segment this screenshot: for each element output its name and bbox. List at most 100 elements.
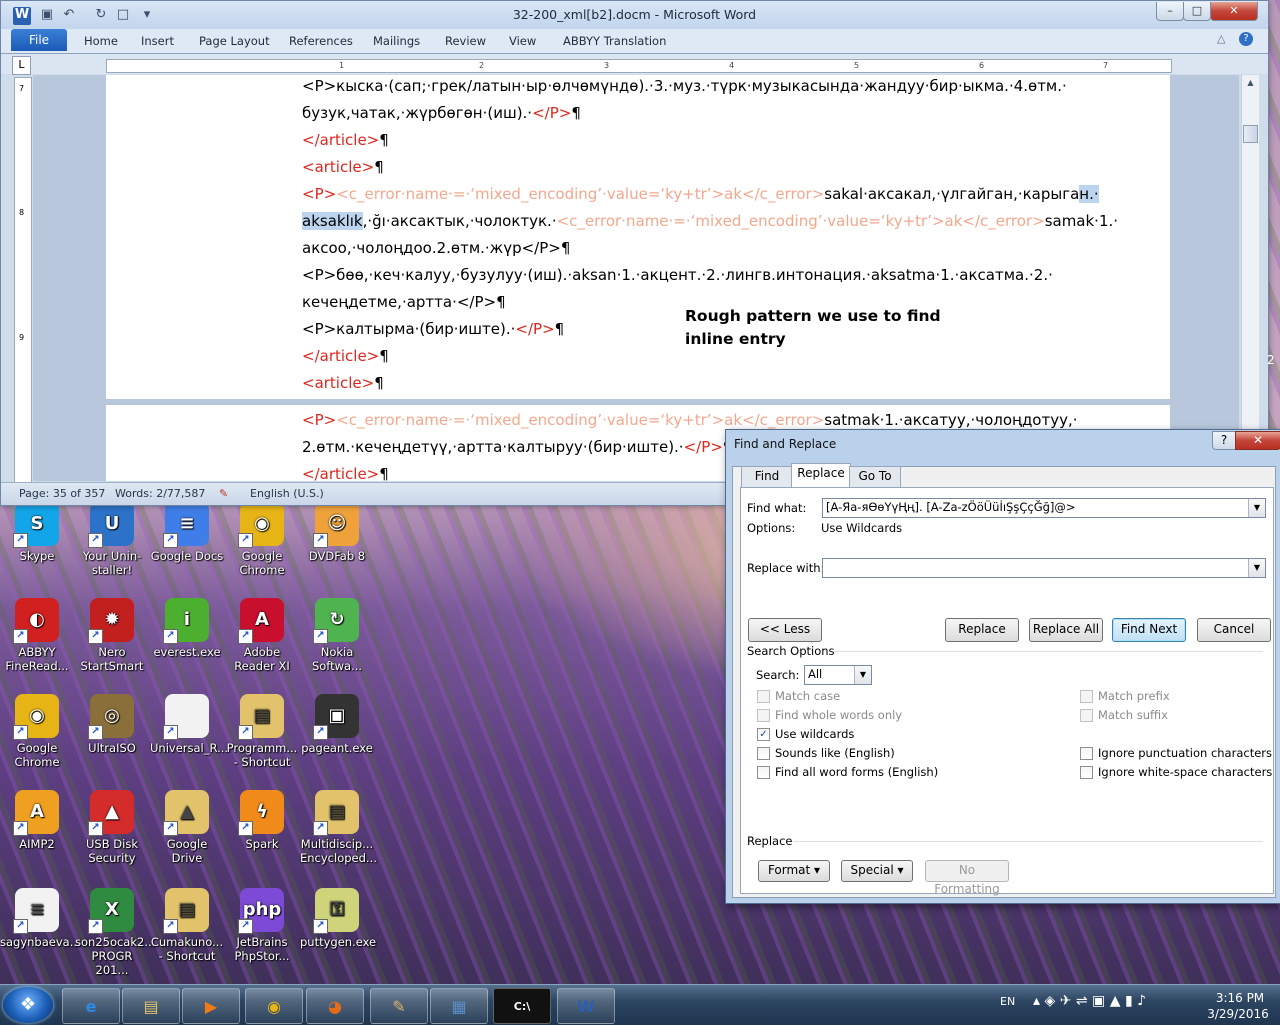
checkbox-icon[interactable] — [757, 746, 770, 760]
document-line[interactable]: бузук,чатак,·жүрбөгөн·(иш).·</P>¶ — [302, 104, 581, 122]
desktop-icon[interactable]: ▣ ↗ pageant.exe — [300, 694, 374, 755]
tab-mailings[interactable]: Mailings — [373, 34, 420, 48]
taskbar-firefox[interactable]: ◕ — [306, 988, 364, 1024]
tab-references[interactable]: References — [289, 34, 353, 48]
document-line[interactable]: <P><c_error·name·=·‘mixed_encoding’·valu… — [302, 185, 1099, 203]
minimize-ribbon-icon[interactable]: △ — [1217, 32, 1225, 45]
document-line[interactable]: <P>калтырма·(бир·иште).·</P>¶ — [302, 320, 564, 338]
desktop-icon[interactable]: ▤ ↗ Multidiscip... Encycloped... — [300, 790, 377, 865]
taskbar-photo-viewer[interactable]: ▦ — [430, 988, 488, 1024]
desktop-icon[interactable]: ◉ ↗ Google Chrome — [225, 502, 299, 577]
tab-page-layout[interactable]: Page Layout — [199, 34, 270, 48]
option-checkbox[interactable]: ✓ Use wildcards — [757, 727, 854, 741]
tab-insert[interactable]: Insert — [141, 34, 174, 48]
desktop-icon[interactable]: ϟ ↗ Spark — [225, 790, 299, 851]
maximize-button[interactable]: □ — [1183, 2, 1211, 21]
format-button[interactable]: Format ▾ — [758, 860, 830, 882]
find-what-input[interactable]: [A-Яа-яӨөҮүҢң]. [A-Za-zÖöÜüİıŞşÇçĞğ]@> ▼ — [822, 498, 1266, 518]
option-checkbox[interactable]: Sounds like (English) — [757, 746, 895, 760]
chevron-down-icon[interactable]: ▼ — [1248, 499, 1265, 517]
desktop-icon[interactable]: ✹ ↗ Nero StartSmart — [75, 598, 149, 673]
tab-home[interactable]: Home — [84, 34, 118, 48]
option-checkbox[interactable]: Ignore white-space characters — [1080, 765, 1272, 779]
taskbar-file-explorer[interactable]: ▤ — [122, 988, 180, 1024]
language-indicator[interactable]: English (U.S.) — [250, 487, 324, 500]
document-line[interactable]: <P>бөө,·кеч·калуу,·бузулуу·(иш).·aksan·1… — [302, 266, 1053, 284]
checkbox-icon[interactable] — [1080, 765, 1093, 779]
document-line[interactable]: <article>¶ — [302, 158, 384, 176]
replace-button[interactable]: Replace — [945, 618, 1019, 642]
cancel-button[interactable]: Cancel — [1197, 618, 1271, 642]
document-line[interactable]: aksaklık,·ğı·аксактык,·чолоктук.·<c_erro… — [302, 212, 1118, 230]
desktop-icon[interactable]: ▲ ↗ Google Drive — [150, 790, 224, 865]
document-line[interactable]: 2.өтм.·кечеңдетүү,·артта·калтыруу·(бир·и… — [302, 438, 732, 456]
tab-file[interactable]: File — [11, 29, 67, 51]
taskbar-command-prompt[interactable]: C:\ — [493, 988, 551, 1024]
document-line[interactable]: </article>¶ — [302, 465, 389, 481]
document-line[interactable]: </article>¶ — [302, 347, 389, 365]
document-line[interactable]: <P>кыска·(сап;·грек/латын·ыр·өлчөмүндө).… — [302, 77, 1067, 95]
start-button[interactable]: ❖ — [3, 987, 53, 1023]
checkbox-icon[interactable] — [1080, 689, 1093, 703]
less-button[interactable]: << Less — [748, 618, 822, 642]
chevron-down-icon[interactable]: ▼ — [1248, 559, 1265, 577]
search-direction-select[interactable]: All ▼ — [804, 665, 872, 685]
checkbox-icon[interactable] — [1080, 708, 1093, 722]
clock-date[interactable]: 3/29/2016 — [1200, 1007, 1276, 1021]
document-line[interactable]: <article>¶ — [302, 374, 384, 392]
desktop-icon[interactable]: ≡ ↗ sagynbaeva... — [0, 888, 81, 949]
special-button[interactable]: Special ▾ — [841, 860, 913, 882]
taskbar-internet-explorer[interactable]: e — [62, 988, 120, 1024]
desktop-icon[interactable]: ◐ ↗ ABBYY FineRead... — [0, 598, 74, 673]
desktop-icon[interactable]: ▤ ↗ Programm... - Shortcut — [225, 694, 299, 769]
taskbar-word[interactable]: W — [557, 988, 615, 1024]
checkbox-icon[interactable] — [757, 708, 770, 722]
close-button[interactable]: ✕ — [1210, 2, 1258, 21]
tab-abbyy-translation[interactable]: ABBYY Translation — [563, 34, 666, 48]
desktop-icon[interactable]: ⚿ ↗ puttygen.exe — [300, 888, 376, 949]
option-checkbox[interactable]: Match case — [757, 689, 840, 703]
desktop-icon[interactable]: i ↗ everest.exe — [150, 598, 224, 659]
desktop-icon[interactable]: A ↗ AIMP2 — [0, 790, 74, 851]
tab-view[interactable]: View — [509, 34, 536, 48]
option-checkbox[interactable]: Match suffix — [1080, 708, 1168, 722]
dialog-close-button[interactable]: ✕ — [1235, 431, 1280, 450]
taskbar-media-player[interactable]: ▶ — [182, 988, 240, 1024]
document-line[interactable]: аксоо,·чолоңдоо.2.өтм.·жүр</P>¶ — [302, 239, 570, 257]
taskbar-chrome[interactable]: ◉ — [245, 988, 303, 1024]
desktop-icon[interactable]: U ↗ Your Unin-staller! — [75, 502, 149, 577]
tab-replace[interactable]: Replace — [791, 463, 851, 487]
scroll-thumb[interactable] — [1243, 125, 1258, 143]
option-checkbox[interactable]: Ignore punctuation characters — [1080, 746, 1272, 760]
document-line[interactable]: <P><c_error·name·=·‘mixed_encoding’·valu… — [302, 411, 1078, 429]
tab-find[interactable]: Find — [741, 466, 793, 487]
no-formatting-button[interactable]: No Formatting — [925, 860, 1009, 896]
proofing-icon[interactable]: ✎ — [219, 487, 228, 500]
desktop-icon[interactable]: S ↗ Skype — [0, 502, 74, 563]
option-checkbox[interactable]: Find all word forms (English) — [757, 765, 938, 779]
document-line[interactable]: </article>¶ — [302, 131, 389, 149]
vertical-ruler[interactable]: 7 8 9 — [14, 77, 32, 483]
desktop-icon[interactable]: ◎ ↗ UltraISO — [75, 694, 149, 755]
desktop-icon[interactable]: ↻ ↗ Nokia Softwa... — [300, 598, 374, 673]
minimize-button[interactable]: – — [1156, 2, 1184, 21]
tray-icons[interactable]: ▴ ◈ ✈ ⇌ ▣ ▲ ▮ ♪ — [1033, 993, 1146, 1009]
taskbar-paint[interactable]: ✎ — [370, 988, 428, 1024]
word-count[interactable]: Words: 2/77,587 — [115, 487, 205, 500]
desktop-icon[interactable]: ◉ ↗ Google Chrome — [0, 694, 74, 769]
horizontal-ruler[interactable]: 1 2 3 4 5 6 7 — [106, 59, 1172, 73]
desktop-icon[interactable]: ↗ Universal_R... — [150, 694, 228, 755]
document-page[interactable]: <P>кыска·(сап;·грек/латын·ыр·өлчөмүндө).… — [106, 75, 1170, 399]
dialog-help-button[interactable]: ? — [1212, 431, 1236, 450]
checkbox-icon[interactable] — [757, 765, 770, 779]
checkbox-icon[interactable] — [1080, 746, 1093, 760]
language-bar[interactable]: EN — [1000, 995, 1015, 1008]
document-area[interactable]: <P>кыска·(сап;·грек/латын·ыр·өлчөмүндө).… — [33, 75, 1239, 481]
find-next-button[interactable]: Find Next — [1112, 618, 1186, 642]
desktop-icon[interactable]: A ↗ Adobe Reader XI — [225, 598, 299, 673]
option-checkbox[interactable]: Match prefix — [1080, 689, 1170, 703]
desktop-icon[interactable]: ▲ ↗ USB Disk Security — [75, 790, 149, 865]
option-checkbox[interactable]: Find whole words only — [757, 708, 902, 722]
checkbox-icon[interactable] — [757, 689, 770, 703]
desktop-icon[interactable]: X ↗ son25ocak2... PROGR 201... — [75, 888, 155, 977]
